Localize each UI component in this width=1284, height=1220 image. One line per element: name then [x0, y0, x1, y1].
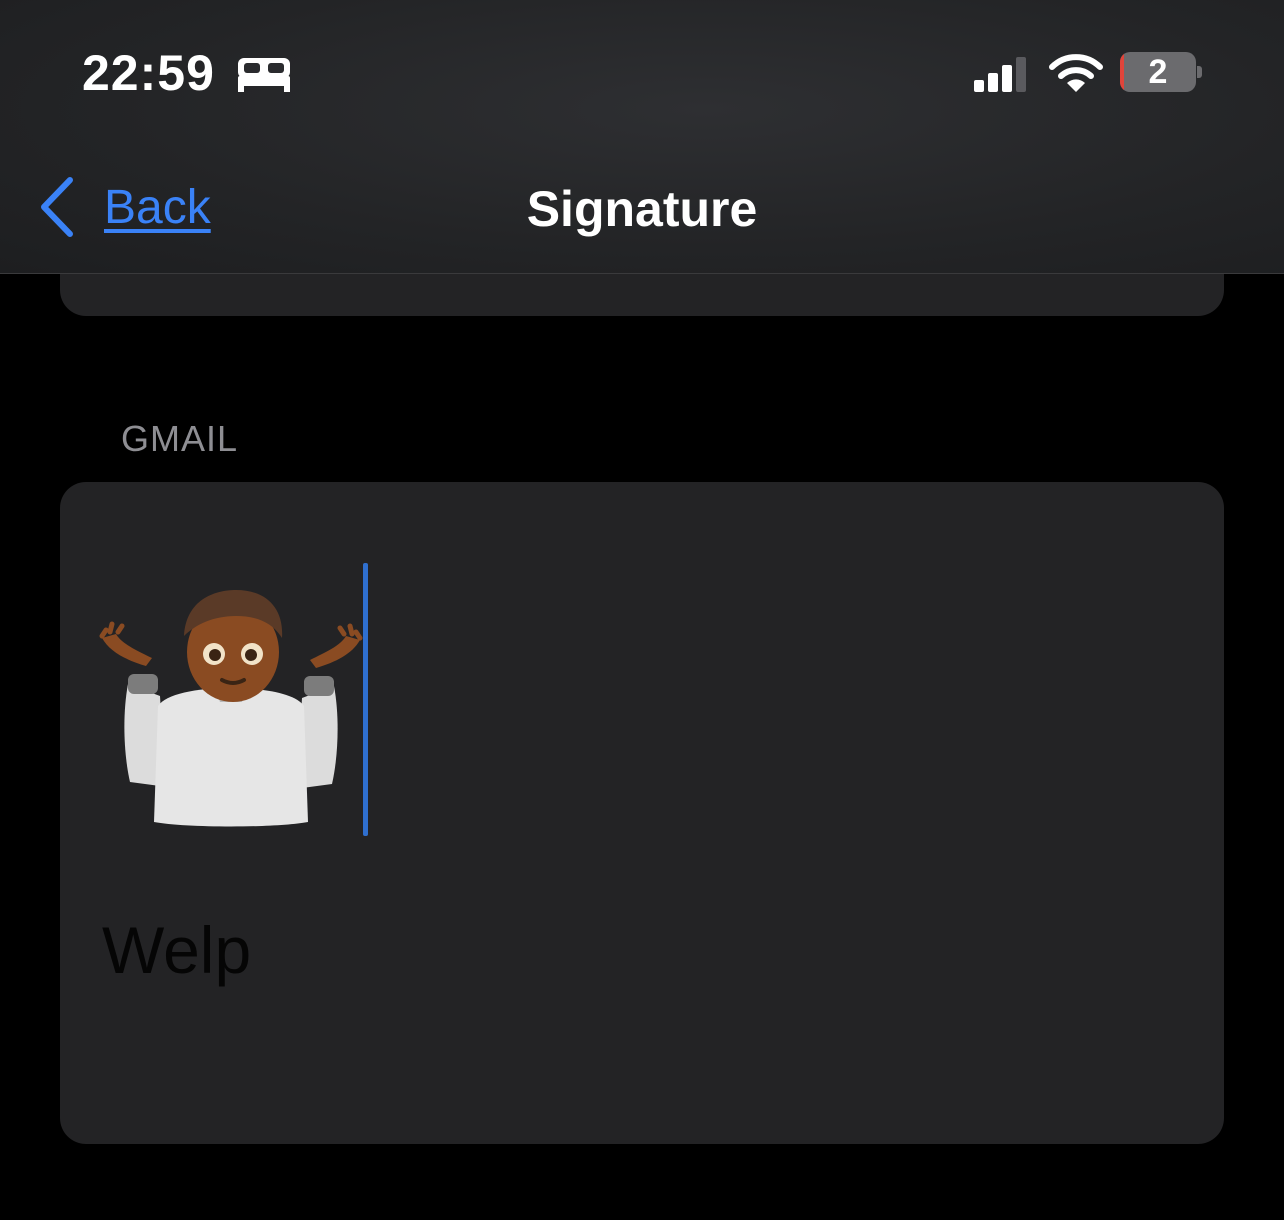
status-time: 22:59 [82, 45, 215, 101]
battery-level: 2 [1148, 53, 1168, 91]
battery-indicator: 2 [1120, 52, 1196, 92]
top-bar: 22:59 2 Back Signature [0, 0, 1284, 274]
bed-icon [238, 58, 290, 92]
cellular-signal-icon [974, 57, 1026, 92]
wifi-icon [1049, 54, 1103, 92]
section-header-gmail: GMAIL [121, 418, 239, 459]
text-cursor [363, 563, 368, 836]
signature-text[interactable]: Welp [102, 912, 251, 988]
person-shrugging-emoji [99, 590, 363, 827]
battery-cap [1197, 66, 1202, 78]
page-title: Signature [526, 181, 758, 237]
